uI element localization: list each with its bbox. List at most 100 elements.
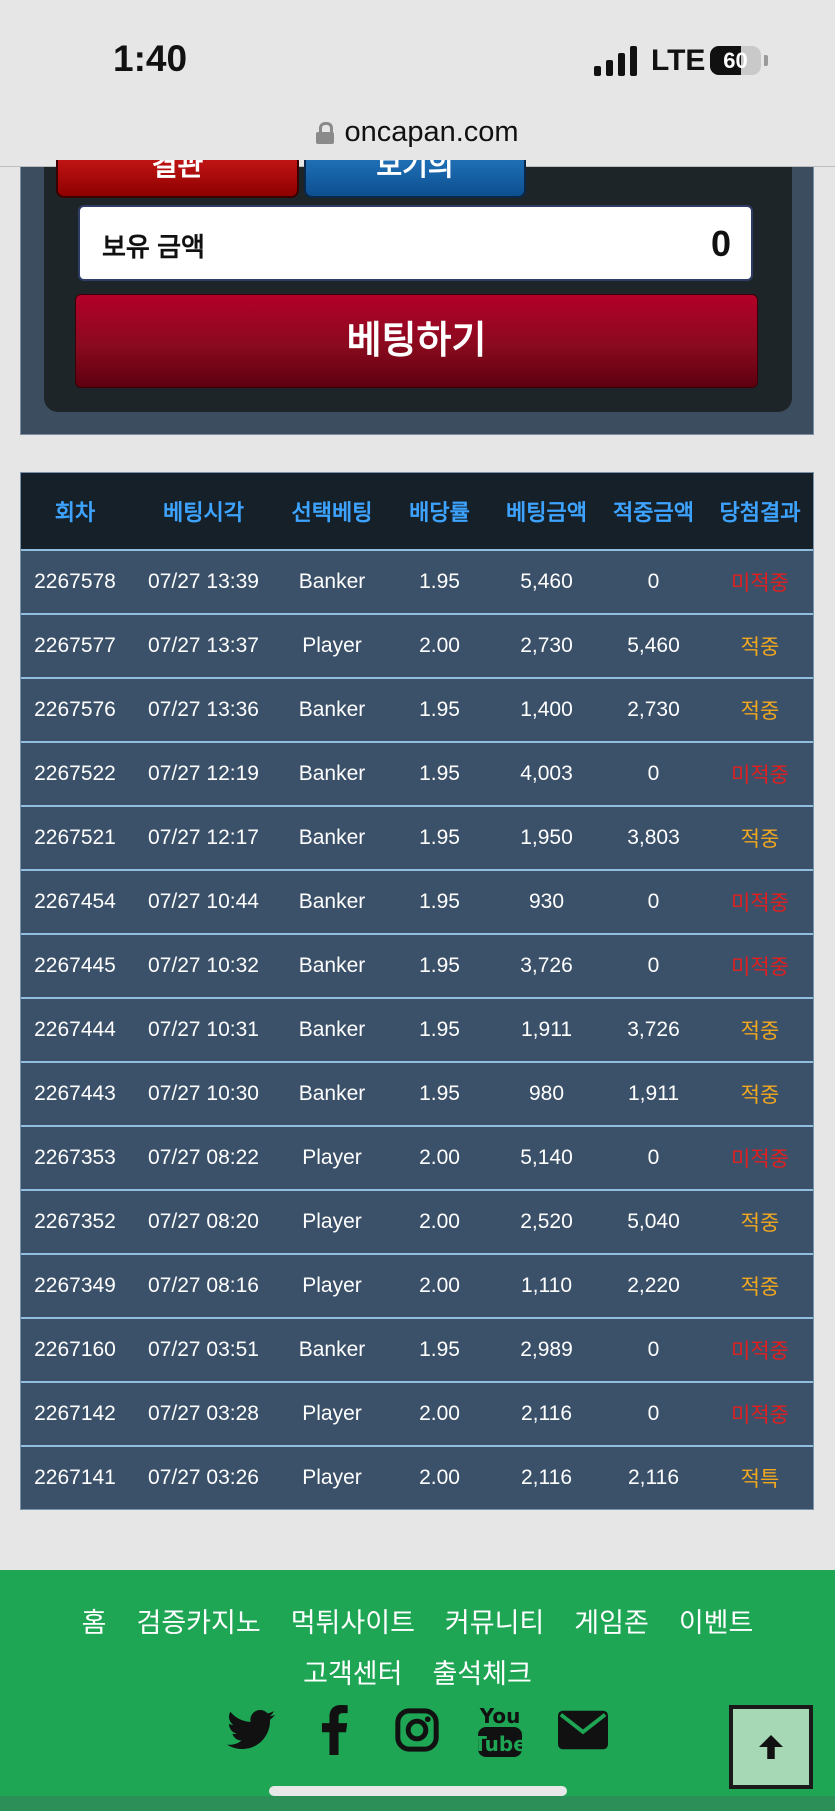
column-header: 베팅금액 <box>506 500 587 525</box>
table-cell: 07/27 10:44 <box>148 890 259 913</box>
table-header: 회차 베팅시각 선택베팅 배당률 베팅금액 적중금액 당첨결과 <box>21 473 813 549</box>
table-cell: 0 <box>647 954 660 977</box>
table-cell: 07/27 10:32 <box>148 954 259 977</box>
lock-icon <box>316 121 335 144</box>
table-cell: 2,116 <box>521 1466 572 1489</box>
twitter-icon[interactable] <box>226 1705 276 1755</box>
column-header: 베팅시각 <box>163 500 244 525</box>
blue-choice-button[interactable]: 보기의 <box>304 160 526 198</box>
table-cell: 2.00 <box>419 1274 460 1297</box>
footer-link[interactable]: 게임존 <box>574 1608 649 1638</box>
column-header: 배당률 <box>409 500 470 525</box>
table-cell: Player <box>302 1146 362 1169</box>
table-cell: Banker <box>298 826 366 849</box>
footer-link[interactable]: 이벤트 <box>679 1608 754 1638</box>
table-cell: Banker <box>298 1338 366 1361</box>
table-cell: 2267521 <box>34 826 116 849</box>
svg-text:Tube: Tube <box>478 1732 522 1756</box>
table-cell: 1.95 <box>419 762 460 785</box>
table-cell: 1.95 <box>419 1082 460 1105</box>
table-cell: 2,520 <box>520 1210 573 1233</box>
table-cell: 2,116 <box>628 1466 679 1489</box>
table-row: 2267141 07/27 03:26 Player 2.00 2,116 2,116 적특 <box>21 1445 813 1509</box>
result-cell: 적중 <box>740 1084 780 1107</box>
table-cell: 07/27 03:51 <box>148 1338 259 1361</box>
table-cell: 07/27 13:39 <box>148 570 259 593</box>
table-cell: 2267522 <box>34 762 116 785</box>
table-cell: Player <box>302 1210 362 1233</box>
result-cell: 적중 <box>740 1276 780 1299</box>
table-cell: 1.95 <box>419 954 460 977</box>
table-cell: 2.00 <box>419 1146 460 1169</box>
column-header: 당첨결과 <box>719 500 801 525</box>
table-row: 2267578 07/27 13:39 Banker 1.95 5,460 0 미적중 <box>21 549 813 613</box>
footer: 홈 검증카지노 먹튀사이트 커뮤니티 게임존 이벤트 고객센터 출석체크 You Tube <box>0 1570 835 1811</box>
result-cell: 미적중 <box>731 1148 789 1171</box>
table-cell: 2267576 <box>34 698 116 721</box>
table-row: 2267444 07/27 10:31 Banker 1.95 1,911 3,726 적중 <box>21 997 813 1061</box>
result-cell: 적중 <box>740 1020 780 1043</box>
balance-value: 0 <box>710 223 731 264</box>
table-cell: 3,726 <box>627 1018 680 1041</box>
battery-level: 60 <box>723 48 748 73</box>
footer-link[interactable]: 고객센터 <box>303 1659 402 1689</box>
table-cell: 2267444 <box>34 1018 116 1041</box>
home-indicator <box>269 1786 567 1796</box>
footer-link[interactable]: 먹튀사이트 <box>291 1608 415 1638</box>
result-cell: 미적중 <box>731 1404 789 1427</box>
table-row: 2267443 07/27 10:30 Banker 1.95 980 1,911 적중 <box>21 1061 813 1125</box>
table-cell: 2,730 <box>520 634 573 657</box>
social-links: You Tube <box>226 1702 608 1758</box>
table-row: 2267522 07/27 12:19 Banker 1.95 4,003 0 미적중 <box>21 741 813 805</box>
instagram-icon[interactable] <box>392 1705 442 1755</box>
table-cell: 2267141 <box>34 1466 116 1489</box>
scroll-to-top-button[interactable] <box>729 1705 813 1789</box>
result-cell: 미적중 <box>731 1340 789 1363</box>
table-cell: 2267577 <box>34 634 116 657</box>
balance-field: 보유 금액 0 <box>78 205 753 281</box>
table-cell: 2267454 <box>34 890 116 913</box>
table-cell: 07/27 13:36 <box>148 698 259 721</box>
mail-icon[interactable] <box>558 1705 608 1755</box>
table-row: 2267160 07/27 03:51 Banker 1.95 2,989 0 미적중 <box>21 1317 813 1381</box>
table-cell: Player <box>302 1274 362 1297</box>
table-cell: 1.95 <box>419 698 460 721</box>
footer-link[interactable]: 출석체크 <box>433 1659 532 1689</box>
blue-choice-label: 보기의 <box>376 160 454 181</box>
balance-label: 보유 금액 <box>102 232 205 262</box>
table-cell: 5,460 <box>520 570 573 593</box>
result-cell: 미적중 <box>731 572 789 595</box>
table-cell: Banker <box>298 570 366 593</box>
table-cell: 1.95 <box>419 1338 460 1361</box>
table-cell: 0 <box>647 1146 660 1169</box>
place-bet-button[interactable]: 베팅하기 <box>75 294 758 388</box>
status-time: 1:40 <box>113 38 188 79</box>
bottom-strip <box>0 1796 835 1811</box>
youtube-icon[interactable]: You Tube <box>475 1704 525 1757</box>
facebook-icon[interactable] <box>309 1705 359 1755</box>
table-cell: Banker <box>298 762 366 785</box>
battery-icon: 60 <box>710 46 761 75</box>
status-bar: 1:40 LTE 60 <box>0 0 835 110</box>
bet-history-table: 회차 베팅시각 선택베팅 배당률 베팅금액 적중금액 당첨결과 2267578 07/27 1… <box>20 472 814 1510</box>
address-bar[interactable]: oncapan.com <box>0 110 835 166</box>
table-cell: 2267352 <box>34 1210 116 1233</box>
table-body: 2267578 07/27 13:39 Banker 1.95 5,460 0 미적중 226… <box>21 549 813 1509</box>
table-row: 2267353 07/27 08:22 Player 2.00 5,140 0 미적중 <box>21 1125 813 1189</box>
table-cell: 1,400 <box>520 698 573 721</box>
table-cell: 5,140 <box>520 1146 573 1169</box>
footer-link[interactable]: 홈 <box>82 1608 107 1638</box>
table-cell: 07/27 12:17 <box>148 826 259 849</box>
result-cell: 미적중 <box>731 764 789 787</box>
footer-link[interactable]: 커뮤니티 <box>445 1608 544 1638</box>
table-cell: 07/27 08:22 <box>148 1146 259 1169</box>
table-cell: 07/27 13:37 <box>148 634 259 657</box>
table-cell: 0 <box>647 890 660 913</box>
red-choice-button[interactable]: 결관 <box>56 160 299 198</box>
result-cell: 적중 <box>740 700 780 723</box>
table-cell: Player <box>302 1402 362 1425</box>
footer-nav: 홈 검증카지노 먹튀사이트 커뮤니티 게임존 이벤트 고객센터 출석체크 <box>0 1598 835 1700</box>
footer-link[interactable]: 검증카지노 <box>137 1608 261 1638</box>
table-cell: 2267349 <box>34 1274 116 1297</box>
table-row: 2267576 07/27 13:36 Banker 1.95 1,400 2,730 적중 <box>21 677 813 741</box>
